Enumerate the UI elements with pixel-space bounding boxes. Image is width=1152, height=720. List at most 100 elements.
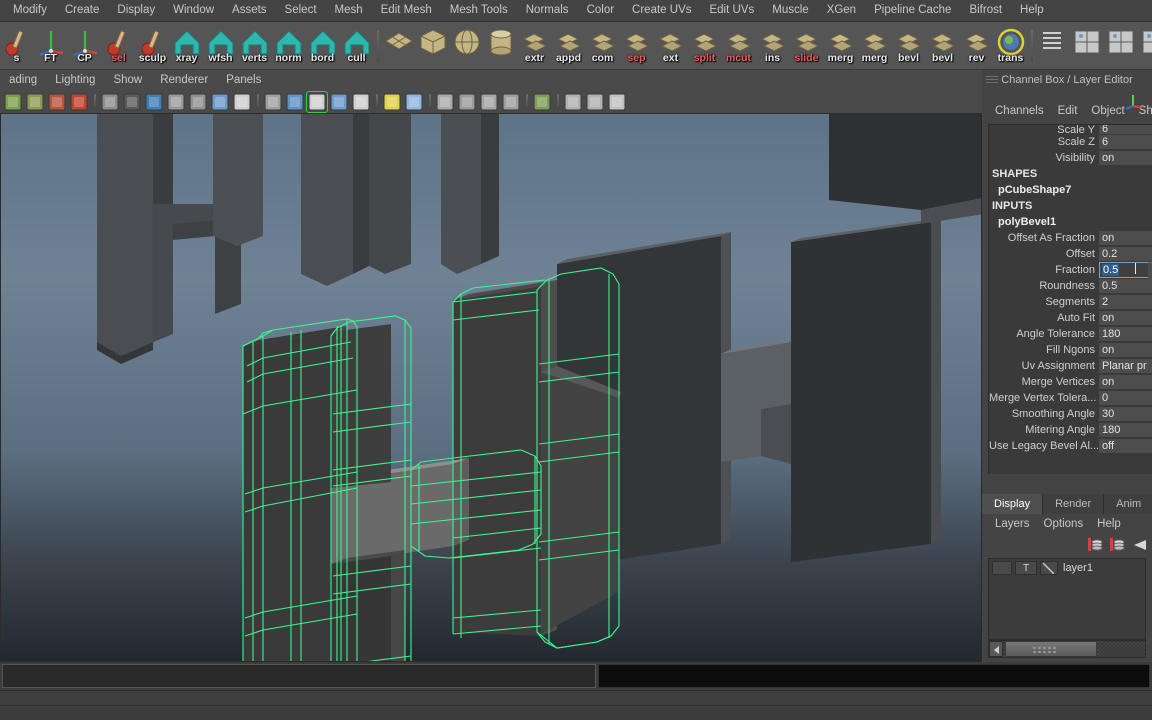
command-line[interactable] [0, 706, 1152, 720]
menu-window[interactable]: Window [164, 1, 223, 20]
channel-row[interactable]: Segments 2 [989, 294, 1152, 310]
shelf-button-four-pane-layout-icon[interactable] [1104, 24, 1137, 68]
menu-color[interactable]: Color [578, 1, 623, 20]
channel-attribute-value[interactable]: 0 [1099, 390, 1152, 406]
shelf-button-trans[interactable]: trans [994, 24, 1027, 68]
shelf-button-bevl[interactable]: bevl [892, 24, 925, 68]
menu-edit-uvs[interactable]: Edit UVs [700, 1, 763, 20]
lasso-tool-icon[interactable] [25, 92, 45, 112]
panel-menu-ading[interactable]: ading [0, 72, 46, 88]
range-slider[interactable] [598, 664, 1150, 688]
channel-value-editing-field[interactable]: 0.5 [1099, 262, 1152, 280]
new-layer-from-selected-icon[interactable] [1107, 536, 1127, 554]
menu-normals[interactable]: Normals [517, 1, 578, 20]
channel-attribute-value[interactable]: 6 [1099, 134, 1152, 150]
wireframe-on-shaded-icon[interactable] [188, 92, 208, 112]
channel-attribute-value[interactable]: Planar pr [1099, 358, 1152, 374]
channel-row[interactable]: Offset 0.2 [989, 246, 1152, 262]
channel-attribute-value[interactable]: on [1099, 230, 1152, 246]
channel-attribute-value[interactable]: 180 [1099, 422, 1152, 438]
layer-list-scrollbar[interactable] [988, 640, 1146, 658]
channel-attribute-value[interactable]: 6 [1099, 125, 1152, 134]
shelf-button-split[interactable]: split [688, 24, 721, 68]
channel-row[interactable]: Scale Z 6 [989, 134, 1152, 150]
channel-row[interactable]: Fill Ngons on [989, 342, 1152, 358]
channel-row[interactable]: Visibility on [989, 150, 1152, 166]
channel-row[interactable]: Merge Vertex Tolera... 0 [989, 390, 1152, 406]
layer-menu-options[interactable]: Options [1037, 516, 1091, 532]
shelf-button-cull[interactable]: cull [340, 24, 373, 68]
3d-viewport[interactable]: persp [0, 114, 982, 662]
layer-name[interactable]: layer1 [1061, 562, 1093, 574]
menu-bifrost[interactable]: Bifrost [960, 1, 1011, 20]
layer-visibility-toggle[interactable] [992, 561, 1012, 575]
shade-options-icon[interactable] [351, 92, 371, 112]
channel-attribute-value[interactable]: on [1099, 310, 1152, 326]
shelf-button-appd[interactable]: appd [552, 24, 585, 68]
display-bounding-box-icon[interactable] [563, 92, 583, 112]
lighting-all-icon[interactable] [404, 92, 424, 112]
channel-row[interactable]: Roundness 0.5 [989, 278, 1152, 294]
channel-attribute-value[interactable]: 30 [1099, 406, 1152, 422]
film-gate-icon[interactable] [122, 92, 142, 112]
lipstick-tool-icon[interactable] [69, 92, 89, 112]
select-tool-icon[interactable] [3, 92, 23, 112]
channel-attribute-value[interactable]: off [1099, 438, 1152, 454]
shadow-soft-icon[interactable] [457, 92, 477, 112]
shelf-button-poly-cylinder-icon[interactable] [484, 24, 517, 68]
shelf-button-s[interactable]: s [0, 24, 33, 68]
channel-row[interactable]: Merge Vertices on [989, 374, 1152, 390]
layer-row[interactable]: Tlayer1 [989, 559, 1145, 577]
channel-row[interactable]: Angle Tolerance 180 [989, 326, 1152, 342]
shelf-button-extr[interactable]: extr [518, 24, 551, 68]
menu-edit-mesh[interactable]: Edit Mesh [372, 1, 441, 20]
panel-menu-lighting[interactable]: Lighting [46, 72, 104, 88]
shelf-button-wfsh[interactable]: wfsh [204, 24, 237, 68]
layer-menu-layers[interactable]: Layers [988, 516, 1037, 532]
shelf-button-FT[interactable]: FT [34, 24, 67, 68]
motion-blur-icon[interactable] [501, 92, 521, 112]
channel-row[interactable]: Smoothing Angle 30 [989, 406, 1152, 422]
channel-attribute-value[interactable]: 180 [1099, 326, 1152, 342]
menu-muscle[interactable]: Muscle [763, 1, 817, 20]
layer-editor-tab-anim[interactable]: Anim [1104, 494, 1152, 514]
channel-attribute-value[interactable]: 0.5 [1099, 278, 1152, 294]
channel-row[interactable]: Use Legacy Bevel Al... off [989, 438, 1152, 454]
channel-row[interactable]: Fraction 0.5 [989, 262, 1152, 280]
resolution-gate-icon[interactable] [144, 92, 164, 112]
scroll-left-arrow-icon[interactable] [989, 641, 1003, 657]
shadow-off-icon[interactable] [435, 92, 455, 112]
menu-mesh[interactable]: Mesh [326, 1, 372, 20]
shelf-button-poly-cube-icon[interactable] [416, 24, 449, 68]
shelf-button-ins[interactable]: ins [756, 24, 789, 68]
shelf-button-norm[interactable]: norm [272, 24, 305, 68]
smooth-shade-all-icon[interactable] [285, 92, 305, 112]
shaded-textured-icon[interactable] [306, 91, 328, 113]
new-layer-icon[interactable] [1084, 536, 1104, 554]
shelf-button-bevl[interactable]: bevl [926, 24, 959, 68]
shelf-button-sep[interactable]: sep [620, 24, 653, 68]
menu-mesh-tools[interactable]: Mesh Tools [441, 1, 517, 20]
isolate-select-icon[interactable] [532, 92, 552, 112]
menu-xgen[interactable]: XGen [818, 1, 865, 20]
channel-box-attribute-list[interactable]: Scale Y 6 Scale Z 6 Visibility on SHAPES pCubeS… [988, 124, 1152, 474]
xray-shading-icon[interactable] [100, 92, 120, 112]
channel-row[interactable]: Uv Assignment Planar pr [989, 358, 1152, 374]
shelf-button-ext[interactable]: ext [654, 24, 687, 68]
text-display-icon[interactable] [232, 92, 252, 112]
layer-color-swatch[interactable] [1040, 561, 1058, 575]
menu-display[interactable]: Display [108, 1, 164, 20]
shelf-button-merg[interactable]: merg [858, 24, 891, 68]
shelf-button-verts[interactable]: verts [238, 24, 271, 68]
shelf-button-list-lines-icon[interactable] [1036, 24, 1069, 68]
shelf-button-mcut[interactable]: mcut [722, 24, 755, 68]
shelf-button-xray[interactable]: xray [170, 24, 203, 68]
shelf-button-CP[interactable]: CP [68, 24, 101, 68]
display-graph-icon[interactable] [607, 92, 627, 112]
paint-select-tool-icon[interactable] [47, 92, 67, 112]
channel-row[interactable]: Auto Fit on [989, 310, 1152, 326]
use-default-material-icon[interactable] [329, 92, 349, 112]
layer-menu-help[interactable]: Help [1090, 516, 1128, 532]
shelf-button-sculp[interactable]: sculp [136, 24, 169, 68]
texture-display-icon[interactable] [210, 92, 230, 112]
